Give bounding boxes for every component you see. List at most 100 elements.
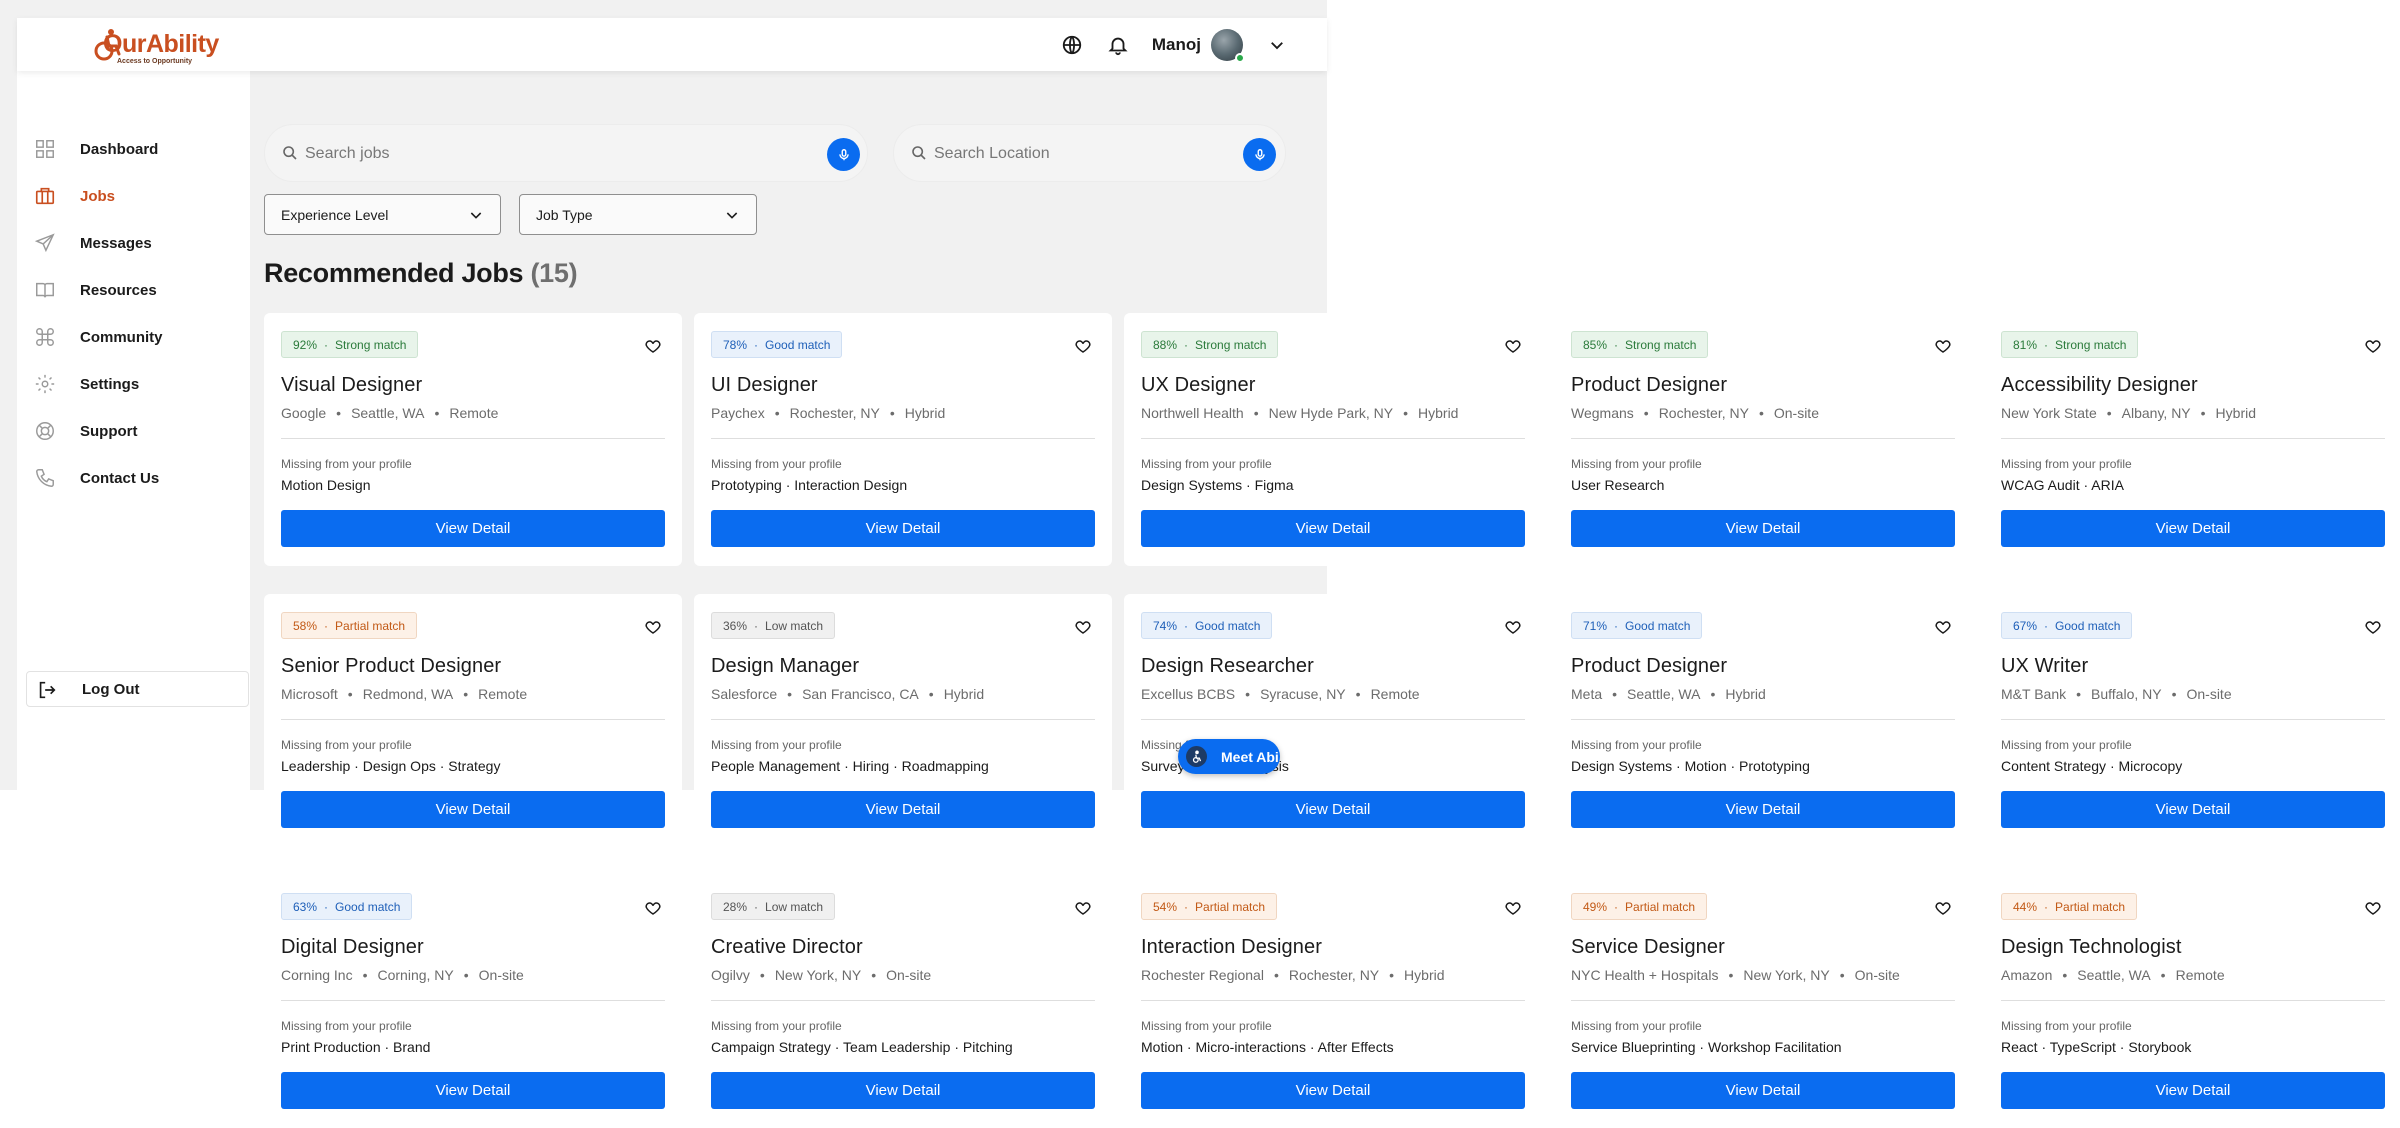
location-voice-search-button[interactable] xyxy=(1243,138,1276,171)
heart-icon[interactable] xyxy=(1074,618,1092,636)
page-title: Recommended Jobs (15) xyxy=(264,258,578,289)
view-detail-button[interactable]: View Detail xyxy=(281,791,665,828)
heart-icon[interactable] xyxy=(1504,899,1522,917)
job-title[interactable]: Creative Director xyxy=(711,936,863,959)
view-detail-button[interactable]: View Detail xyxy=(2001,791,2385,828)
heart-icon[interactable] xyxy=(1074,899,1092,917)
match-badge: 85% · Strong match xyxy=(1571,331,1709,358)
view-detail-button[interactable]: View Detail xyxy=(711,510,1095,547)
view-detail-button[interactable]: View Detail xyxy=(2001,1072,2385,1109)
job-type: Remote xyxy=(449,405,499,421)
view-detail-button[interactable]: View Detail xyxy=(1571,510,1955,547)
job-title[interactable]: Senior Product Designer xyxy=(281,655,501,678)
match-separator: · xyxy=(754,337,759,352)
heart-icon[interactable] xyxy=(1504,618,1522,636)
logo-wordmark: OurAbility xyxy=(103,30,219,58)
sidebar-item-support[interactable]: Support xyxy=(17,411,250,451)
heart-icon[interactable] xyxy=(644,899,662,917)
job-title[interactable]: Design Researcher xyxy=(1141,655,1314,678)
sidebar-item-resources[interactable]: Resources xyxy=(17,270,250,310)
card-divider xyxy=(2001,438,2385,439)
sidebar-item-settings[interactable]: Settings xyxy=(17,364,250,404)
sidebar-item-label: Contact Us xyxy=(80,469,160,487)
job-title[interactable]: Digital Designer xyxy=(281,936,424,959)
sidebar-item-contact-us[interactable]: Contact Us xyxy=(17,458,250,498)
match-badge: 71% · Good match xyxy=(1571,612,1703,639)
meta-separator: • xyxy=(774,405,780,421)
view-detail-button[interactable]: View Detail xyxy=(1141,791,1525,828)
job-title[interactable]: UI Designer xyxy=(711,374,818,397)
view-detail-button[interactable]: View Detail xyxy=(281,510,665,547)
job-title[interactable]: Design Manager xyxy=(711,655,859,678)
view-detail-button[interactable]: View Detail xyxy=(1141,510,1525,547)
globe-icon[interactable] xyxy=(1060,33,1084,57)
job-card: 63% · Good match Digital Designer Corning In… xyxy=(264,875,682,1128)
job-meta: Microsoft • Redmond, WA • Remote xyxy=(281,686,527,702)
match-percent: 85% xyxy=(1583,337,1608,352)
missing-skills: Print Production · Brand xyxy=(281,1039,431,1055)
match-badge: 67% · Good match xyxy=(2001,612,2133,639)
job-company: Paychex xyxy=(711,405,765,421)
job-location: Redmond, WA xyxy=(362,686,454,702)
heart-icon[interactable] xyxy=(644,337,662,355)
heart-icon[interactable] xyxy=(1074,337,1092,355)
match-percent: 78% xyxy=(723,337,748,352)
meet-abi-button[interactable]: Meet Abi xyxy=(1178,739,1280,774)
job-search-box xyxy=(264,124,868,182)
microphone-icon xyxy=(1254,148,1265,160)
sidebar-item-dashboard[interactable]: Dashboard xyxy=(17,129,250,169)
view-detail-button[interactable]: View Detail xyxy=(1141,1072,1525,1109)
meta-separator: • xyxy=(362,967,368,983)
view-detail-button[interactable]: View Detail xyxy=(711,1072,1095,1109)
logout-button[interactable]: Log Out xyxy=(26,671,249,707)
job-company: Excellus BCBS xyxy=(1141,686,1236,702)
match-badge: 36% · Low match xyxy=(711,612,836,639)
job-meta: M&T Bank • Buffalo, NY • On-site xyxy=(2001,686,2232,702)
missing-skills: Prototyping · Interaction Design xyxy=(711,477,908,493)
card-divider xyxy=(281,438,665,439)
job-type: On-site xyxy=(1854,967,1900,983)
heart-icon[interactable] xyxy=(2364,899,2382,917)
job-title[interactable]: Service Designer xyxy=(1571,936,1725,959)
job-title[interactable]: UX Writer xyxy=(2001,655,2088,678)
match-label: Strong match xyxy=(1625,337,1697,352)
chevron-down-icon[interactable] xyxy=(1265,33,1289,57)
meta-separator: • xyxy=(1643,405,1649,421)
search-jobs-input[interactable] xyxy=(305,139,785,169)
heart-icon[interactable] xyxy=(1504,337,1522,355)
heart-icon[interactable] xyxy=(1934,337,1952,355)
sidebar-item-label: Dashboard xyxy=(80,140,159,158)
job-card: 74% · Good match Design Researcher Excellus … xyxy=(1124,594,1542,847)
job-title[interactable]: Interaction Designer xyxy=(1141,936,1322,959)
missing-skills: User Research xyxy=(1571,477,1665,493)
ourability-logo[interactable]: OurAbility Access to Opportunity xyxy=(85,24,219,66)
heart-icon[interactable] xyxy=(1934,618,1952,636)
job-title[interactable]: Visual Designer xyxy=(281,374,422,397)
job-title[interactable]: UX Designer xyxy=(1141,374,1255,397)
view-detail-button[interactable]: View Detail xyxy=(2001,510,2385,547)
job-title[interactable]: Product Designer xyxy=(1571,655,1727,678)
bell-icon[interactable] xyxy=(1106,33,1130,57)
job-title[interactable]: Accessibility Designer xyxy=(2001,374,2198,397)
view-detail-button[interactable]: View Detail xyxy=(1571,791,1955,828)
heart-icon[interactable] xyxy=(2364,618,2382,636)
job-title[interactable]: Product Designer xyxy=(1571,374,1727,397)
grid-icon xyxy=(36,140,54,158)
sidebar-item-community[interactable]: Community xyxy=(17,317,250,357)
job-title[interactable]: Design Technologist xyxy=(2001,936,2182,959)
top-header: OurAbility Access to Opportunity Manoj xyxy=(17,18,1327,71)
sidebar-item-messages[interactable]: Messages xyxy=(17,223,250,263)
search-location-input[interactable] xyxy=(934,139,1224,169)
heart-icon[interactable] xyxy=(2364,337,2382,355)
experience-level-dropdown[interactable]: Experience Level xyxy=(264,194,501,235)
heart-icon[interactable] xyxy=(644,618,662,636)
avatar[interactable] xyxy=(1211,28,1245,63)
job-type-dropdown[interactable]: Job Type xyxy=(519,194,757,235)
view-detail-button[interactable]: View Detail xyxy=(281,1072,665,1109)
sidebar-item-jobs[interactable]: Jobs xyxy=(17,176,250,216)
heart-icon[interactable] xyxy=(1934,899,1952,917)
view-detail-button[interactable]: View Detail xyxy=(711,791,1095,828)
user-name[interactable]: Manoj xyxy=(1152,35,1201,55)
job-voice-search-button[interactable] xyxy=(827,138,860,171)
view-detail-button[interactable]: View Detail xyxy=(1571,1072,1955,1109)
